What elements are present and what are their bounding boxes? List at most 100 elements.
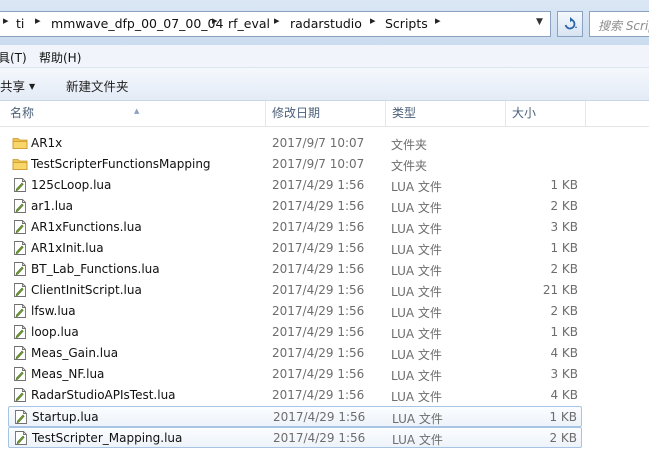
file-name: AR1xInit.lua: [31, 241, 104, 255]
chevron-down-icon: ▼: [29, 82, 36, 91]
lua-file-icon: [12, 366, 28, 382]
search-input[interactable]: 搜索 Scripts: [598, 17, 649, 34]
file-row[interactable]: BT_Lab_Functions.lua 2017/4/29 1:56 LUA …: [8, 259, 582, 280]
file-size: 2 KB: [550, 262, 578, 276]
file-name: AR1x: [31, 136, 63, 150]
lua-file-icon: [12, 282, 28, 298]
file-size: 2 KB: [550, 199, 578, 213]
lua-file-icon: [12, 324, 28, 340]
file-size: 4 KB: [550, 388, 578, 402]
file-row[interactable]: lfsw.lua 2017/4/29 1:56 LUA 文件 2 KB: [8, 301, 582, 322]
file-row[interactable]: AR1x 2017/9/7 10:07 文件夹: [8, 133, 582, 154]
file-row[interactable]: AR1xFunctions.lua 2017/4/29 1:56 LUA 文件 …: [8, 217, 582, 238]
file-date: 2017/4/29 1:56: [272, 178, 365, 192]
address-bar[interactable]: ▸ ti ▸ mmwave_dfp_00_07_00_04 ▸ rf_eval …: [0, 11, 551, 37]
lua-file-icon: [12, 240, 28, 256]
share-button[interactable]: 共享 ▼: [0, 76, 35, 95]
file-date: 2017/4/29 1:56: [272, 388, 365, 402]
file-name: lfsw.lua: [31, 304, 76, 318]
file-row[interactable]: RadarStudioAPIsTest.lua 2017/4/29 1:56 L…: [8, 385, 582, 406]
column-header-type-label: 类型: [392, 106, 417, 120]
breadcrumb-scripts[interactable]: Scripts: [385, 16, 428, 31]
file-date: 2017/4/29 1:56: [272, 346, 365, 360]
file-size: 3 KB: [550, 367, 578, 381]
lua-file-icon: [12, 387, 28, 403]
column-header-size-label: 大小: [512, 106, 537, 120]
file-type: LUA 文件: [391, 243, 442, 257]
lua-file-icon: [12, 303, 28, 319]
file-name: BT_Lab_Functions.lua: [31, 262, 160, 276]
breadcrumb-separator-icon[interactable]: ▸: [35, 14, 41, 27]
file-date: 2017/9/7 10:07: [272, 157, 365, 171]
file-name: AR1xFunctions.lua: [31, 220, 142, 234]
file-name: Startup.lua: [32, 410, 99, 424]
file-type: LUA 文件: [391, 348, 442, 362]
file-row[interactable]: Meas_Gain.lua 2017/4/29 1:56 LUA 文件 4 KB: [8, 343, 582, 364]
file-size: 4 KB: [550, 346, 578, 360]
breadcrumb-separator-icon[interactable]: ▸: [435, 14, 441, 27]
column-header-date[interactable]: 修改日期: [266, 101, 386, 126]
file-type: LUA 文件: [391, 222, 442, 236]
lua-file-icon: [12, 345, 28, 361]
column-header-type[interactable]: 类型: [386, 101, 506, 126]
file-date: 2017/4/29 1:56: [272, 325, 365, 339]
menu-tools[interactable]: 具(T): [0, 49, 27, 66]
file-size: 2 KB: [550, 304, 578, 318]
new-folder-button[interactable]: 新建文件夹: [66, 76, 129, 95]
breadcrumb-separator-icon[interactable]: ▸: [274, 14, 280, 27]
address-dropdown-icon[interactable]: ▼: [536, 17, 543, 27]
file-type: LUA 文件: [391, 264, 442, 278]
file-date: 2017/4/29 1:56: [272, 367, 365, 381]
menu-help[interactable]: 帮助(H): [39, 49, 81, 66]
sort-ascending-icon: ▲: [134, 107, 140, 115]
file-size: 1 KB: [550, 325, 578, 339]
file-date: 2017/4/29 1:56: [272, 220, 365, 234]
column-headers: 名称 ▲ 修改日期 类型 大小: [0, 101, 649, 127]
file-row[interactable]: TestScripter_Mapping.lua 2017/4/29 1:56 …: [8, 427, 582, 448]
file-row[interactable]: Meas_NF.lua 2017/4/29 1:56 LUA 文件 3 KB: [8, 364, 582, 385]
column-header-size[interactable]: 大小: [506, 101, 586, 126]
lua-file-icon: [12, 261, 28, 277]
breadcrumb-separator-icon[interactable]: ▸: [212, 14, 218, 27]
file-size: 21 KB: [542, 283, 578, 297]
column-header-name[interactable]: 名称 ▲: [4, 101, 266, 126]
file-row[interactable]: AR1xInit.lua 2017/4/29 1:56 LUA 文件 1 KB: [8, 238, 582, 259]
file-row[interactable]: 125cLoop.lua 2017/4/29 1:56 LUA 文件 1 KB: [8, 175, 582, 196]
refresh-button[interactable]: [557, 11, 583, 37]
breadcrumb-mmwave-dfp[interactable]: mmwave_dfp_00_07_00_04: [51, 16, 223, 31]
breadcrumb-rf-eval[interactable]: rf_eval: [228, 16, 270, 31]
search-box[interactable]: 搜索 Scripts: [589, 11, 649, 37]
file-date: 2017/4/29 1:56: [273, 410, 366, 424]
file-name: TestScripterFunctionsMapping: [31, 157, 211, 171]
file-row[interactable]: ar1.lua 2017/4/29 1:56 LUA 文件 2 KB: [8, 196, 582, 217]
file-date: 2017/4/29 1:56: [272, 304, 365, 318]
breadcrumb-ti[interactable]: ti: [16, 16, 24, 31]
file-name: loop.lua: [31, 325, 79, 339]
file-row[interactable]: Startup.lua 2017/4/29 1:56 LUA 文件 1 KB: [8, 406, 582, 427]
breadcrumb-radarstudio[interactable]: radarstudio: [290, 16, 362, 31]
file-row[interactable]: TestScripterFunctionsMapping 2017/9/7 10…: [8, 154, 582, 175]
file-type: LUA 文件: [392, 412, 443, 426]
file-type: LUA 文件: [391, 390, 442, 404]
file-date: 2017/4/29 1:56: [272, 241, 365, 255]
file-size: 2 KB: [549, 431, 577, 445]
breadcrumb-separator-icon[interactable]: ▸: [370, 14, 376, 27]
file-name: Meas_Gain.lua: [31, 346, 119, 360]
file-date: 2017/9/7 10:07: [272, 136, 365, 150]
refresh-icon: [564, 17, 577, 30]
file-name: RadarStudioAPIsTest.lua: [31, 388, 176, 402]
breadcrumb-separator-icon[interactable]: ▸: [3, 14, 9, 27]
file-type: LUA 文件: [391, 369, 442, 383]
file-date: 2017/4/29 1:56: [273, 431, 366, 445]
file-row[interactable]: loop.lua 2017/4/29 1:56 LUA 文件 1 KB: [8, 322, 582, 343]
column-header-date-label: 修改日期: [272, 106, 321, 120]
file-date: 2017/4/29 1:56: [272, 199, 365, 213]
file-name: ar1.lua: [31, 199, 74, 213]
file-row[interactable]: ClientInitScript.lua 2017/4/29 1:56 LUA …: [8, 280, 582, 301]
file-date: 2017/4/29 1:56: [272, 262, 365, 276]
file-type: LUA 文件: [391, 306, 442, 320]
toolbar: 共享 ▼ 新建文件夹: [0, 68, 649, 101]
column-header-name-label: 名称: [10, 106, 35, 120]
file-type: 文件夹: [391, 138, 428, 152]
file-type: 文件夹: [391, 159, 428, 173]
